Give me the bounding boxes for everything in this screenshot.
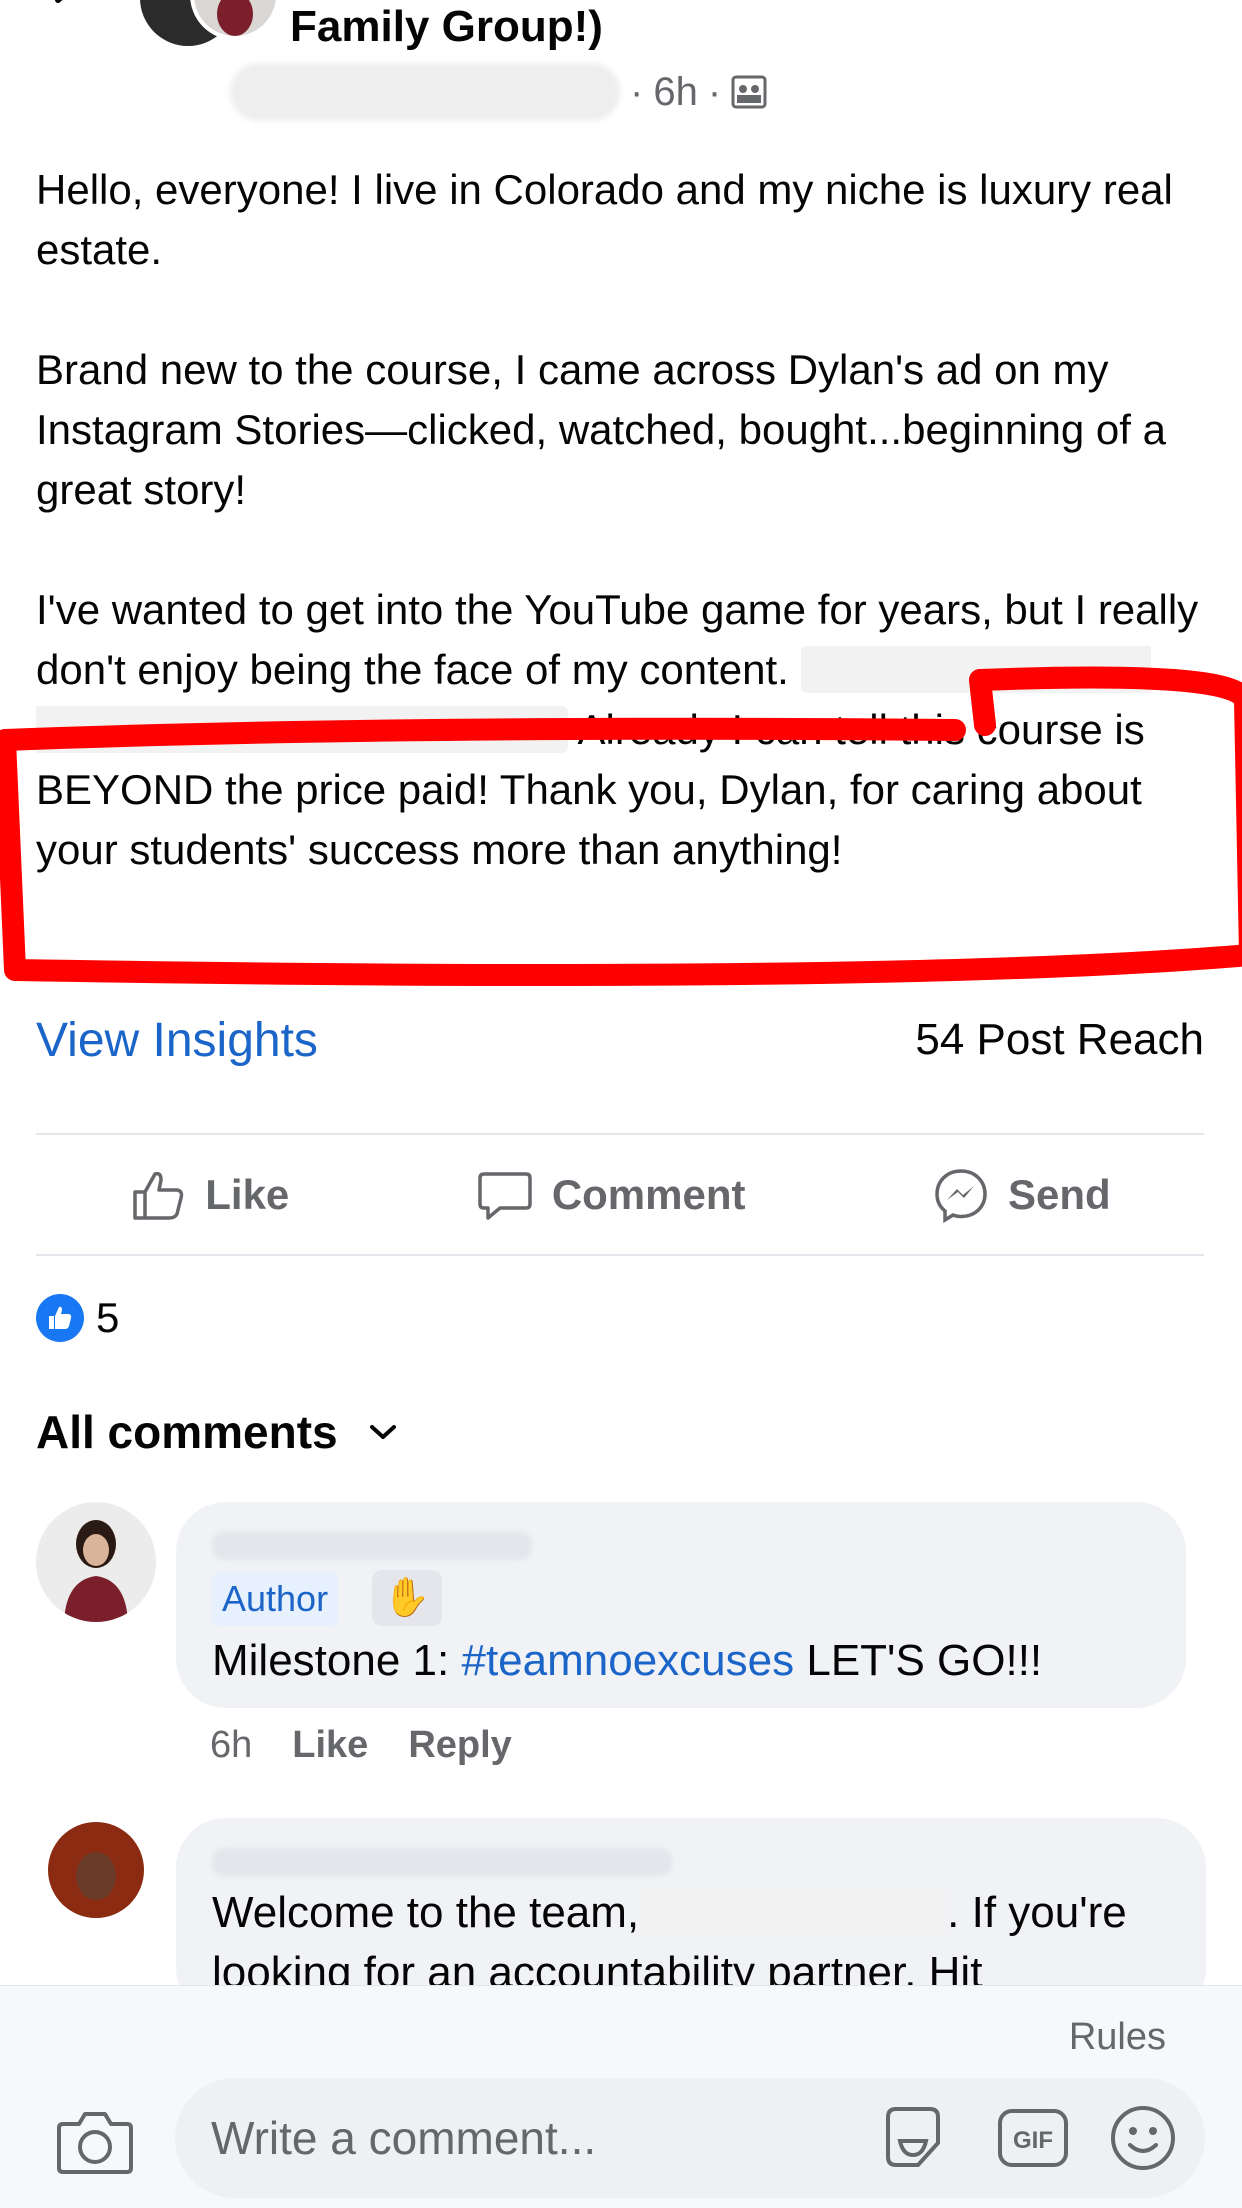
commenter-name-redacted [212,1848,672,1876]
group-avatars[interactable] [140,0,280,50]
post-time[interactable]: 6h [653,70,698,115]
comment-input-pill[interactable]: GIF [175,2078,1205,2198]
send-button[interactable]: Send [932,1166,1111,1224]
post-reach: 54 Post Reach [915,1015,1204,1064]
like-button[interactable]: Like [129,1166,289,1224]
post-body: Hello, everyone! I live in Colorado and … [36,160,1216,880]
comment-text-part: . If you're [947,1888,1127,1937]
post-paragraph: Brand new to the course, I came across D… [36,346,1166,513]
wave-hand-icon: ✋ [372,1570,442,1626]
redacted-text: xxxxxxxxxxxxxx [639,1888,948,1937]
comment-text: Milestone 1: #teamnoexcuses LET'S GO!!! [212,1636,1042,1686]
sticker-icon[interactable] [875,2100,951,2176]
reaction-count: 5 [96,1294,120,1341]
send-label: Send [1008,1171,1111,1218]
view-insights-link[interactable]: View Insights [36,1013,318,1068]
meta-separator: · [630,69,644,114]
comment-like-button[interactable]: Like [292,1724,368,1767]
gif-label: GIF [1013,2127,1053,2154]
meta-separator: · [707,69,722,114]
author-name-redacted [230,63,620,121]
group-audience-icon [731,75,767,109]
commenter-name-redacted [212,1532,532,1560]
chevron-down-icon [369,1425,396,1439]
comment-input[interactable] [211,2111,811,2165]
comment-text-prefix: Milestone 1: [212,1636,462,1685]
like-label: Like [205,1171,290,1218]
divider [36,1133,1204,1135]
comment-reply-button[interactable]: Reply [408,1724,511,1767]
messenger-icon [935,1169,987,1224]
emoji-icon[interactable] [1105,2100,1181,2176]
comment-time[interactable]: 6h [210,1724,252,1767]
divider [36,1254,1204,1256]
group-title[interactable]: Family Group!) [290,2,603,52]
comment-label: Comment [551,1171,746,1218]
comment-bubble[interactable]: Author ✋ Milestone 1: #teamnoexcuses LET… [176,1502,1186,1708]
post-paragraph: Hello, everyone! I live in Colorado and … [36,166,1173,273]
comment-text-suffix: LET'S GO!!! [794,1636,1043,1685]
gif-icon[interactable]: GIF [995,2100,1071,2176]
like-reaction-icon [36,1294,84,1342]
camera-icon[interactable] [55,2106,135,2176]
post-header: Family Group!) · 6h · [0,0,1242,150]
commenter-avatar[interactable] [36,1818,156,1938]
insights-row: View Insights 54 Post Reach [36,1005,1204,1075]
comments-filter[interactable]: All comments [36,1405,398,1459]
comment-bubble-icon [478,1172,532,1220]
back-arrow-icon[interactable] [40,0,90,20]
comments-filter-label: All comments [36,1406,338,1458]
comment-composer: Rules GIF [0,1985,1242,2208]
post-meta: · 6h · [230,62,767,122]
rules-link[interactable]: Rules [1069,2016,1166,2059]
reactions-summary[interactable]: 5 [36,1290,119,1346]
post-paragraph: I've wanted to get into the YouTube game… [36,580,1216,880]
author-badge: Author [212,1572,339,1626]
comment-text-part: Welcome to the team, [212,1888,640,1937]
comment-item: Welcome to the team,xxxxxxxxxxxxxx. If y… [36,1818,1206,2018]
thumbs-up-icon [133,1171,184,1220]
post-actions: Like Comment Send [36,1140,1204,1250]
commenter-avatar[interactable] [36,1502,156,1622]
comment-text: Welcome to the team,xxxxxxxxxxxxxx. If y… [212,1888,1127,1938]
comment-item: Author ✋ Milestone 1: #teamnoexcuses LET… [36,1502,1206,1782]
hashtag-link[interactable]: #teamnoexcuses [461,1636,794,1685]
comment-button[interactable]: Comment [476,1166,746,1224]
comment-footer: 6h Like Reply [210,1724,512,1767]
